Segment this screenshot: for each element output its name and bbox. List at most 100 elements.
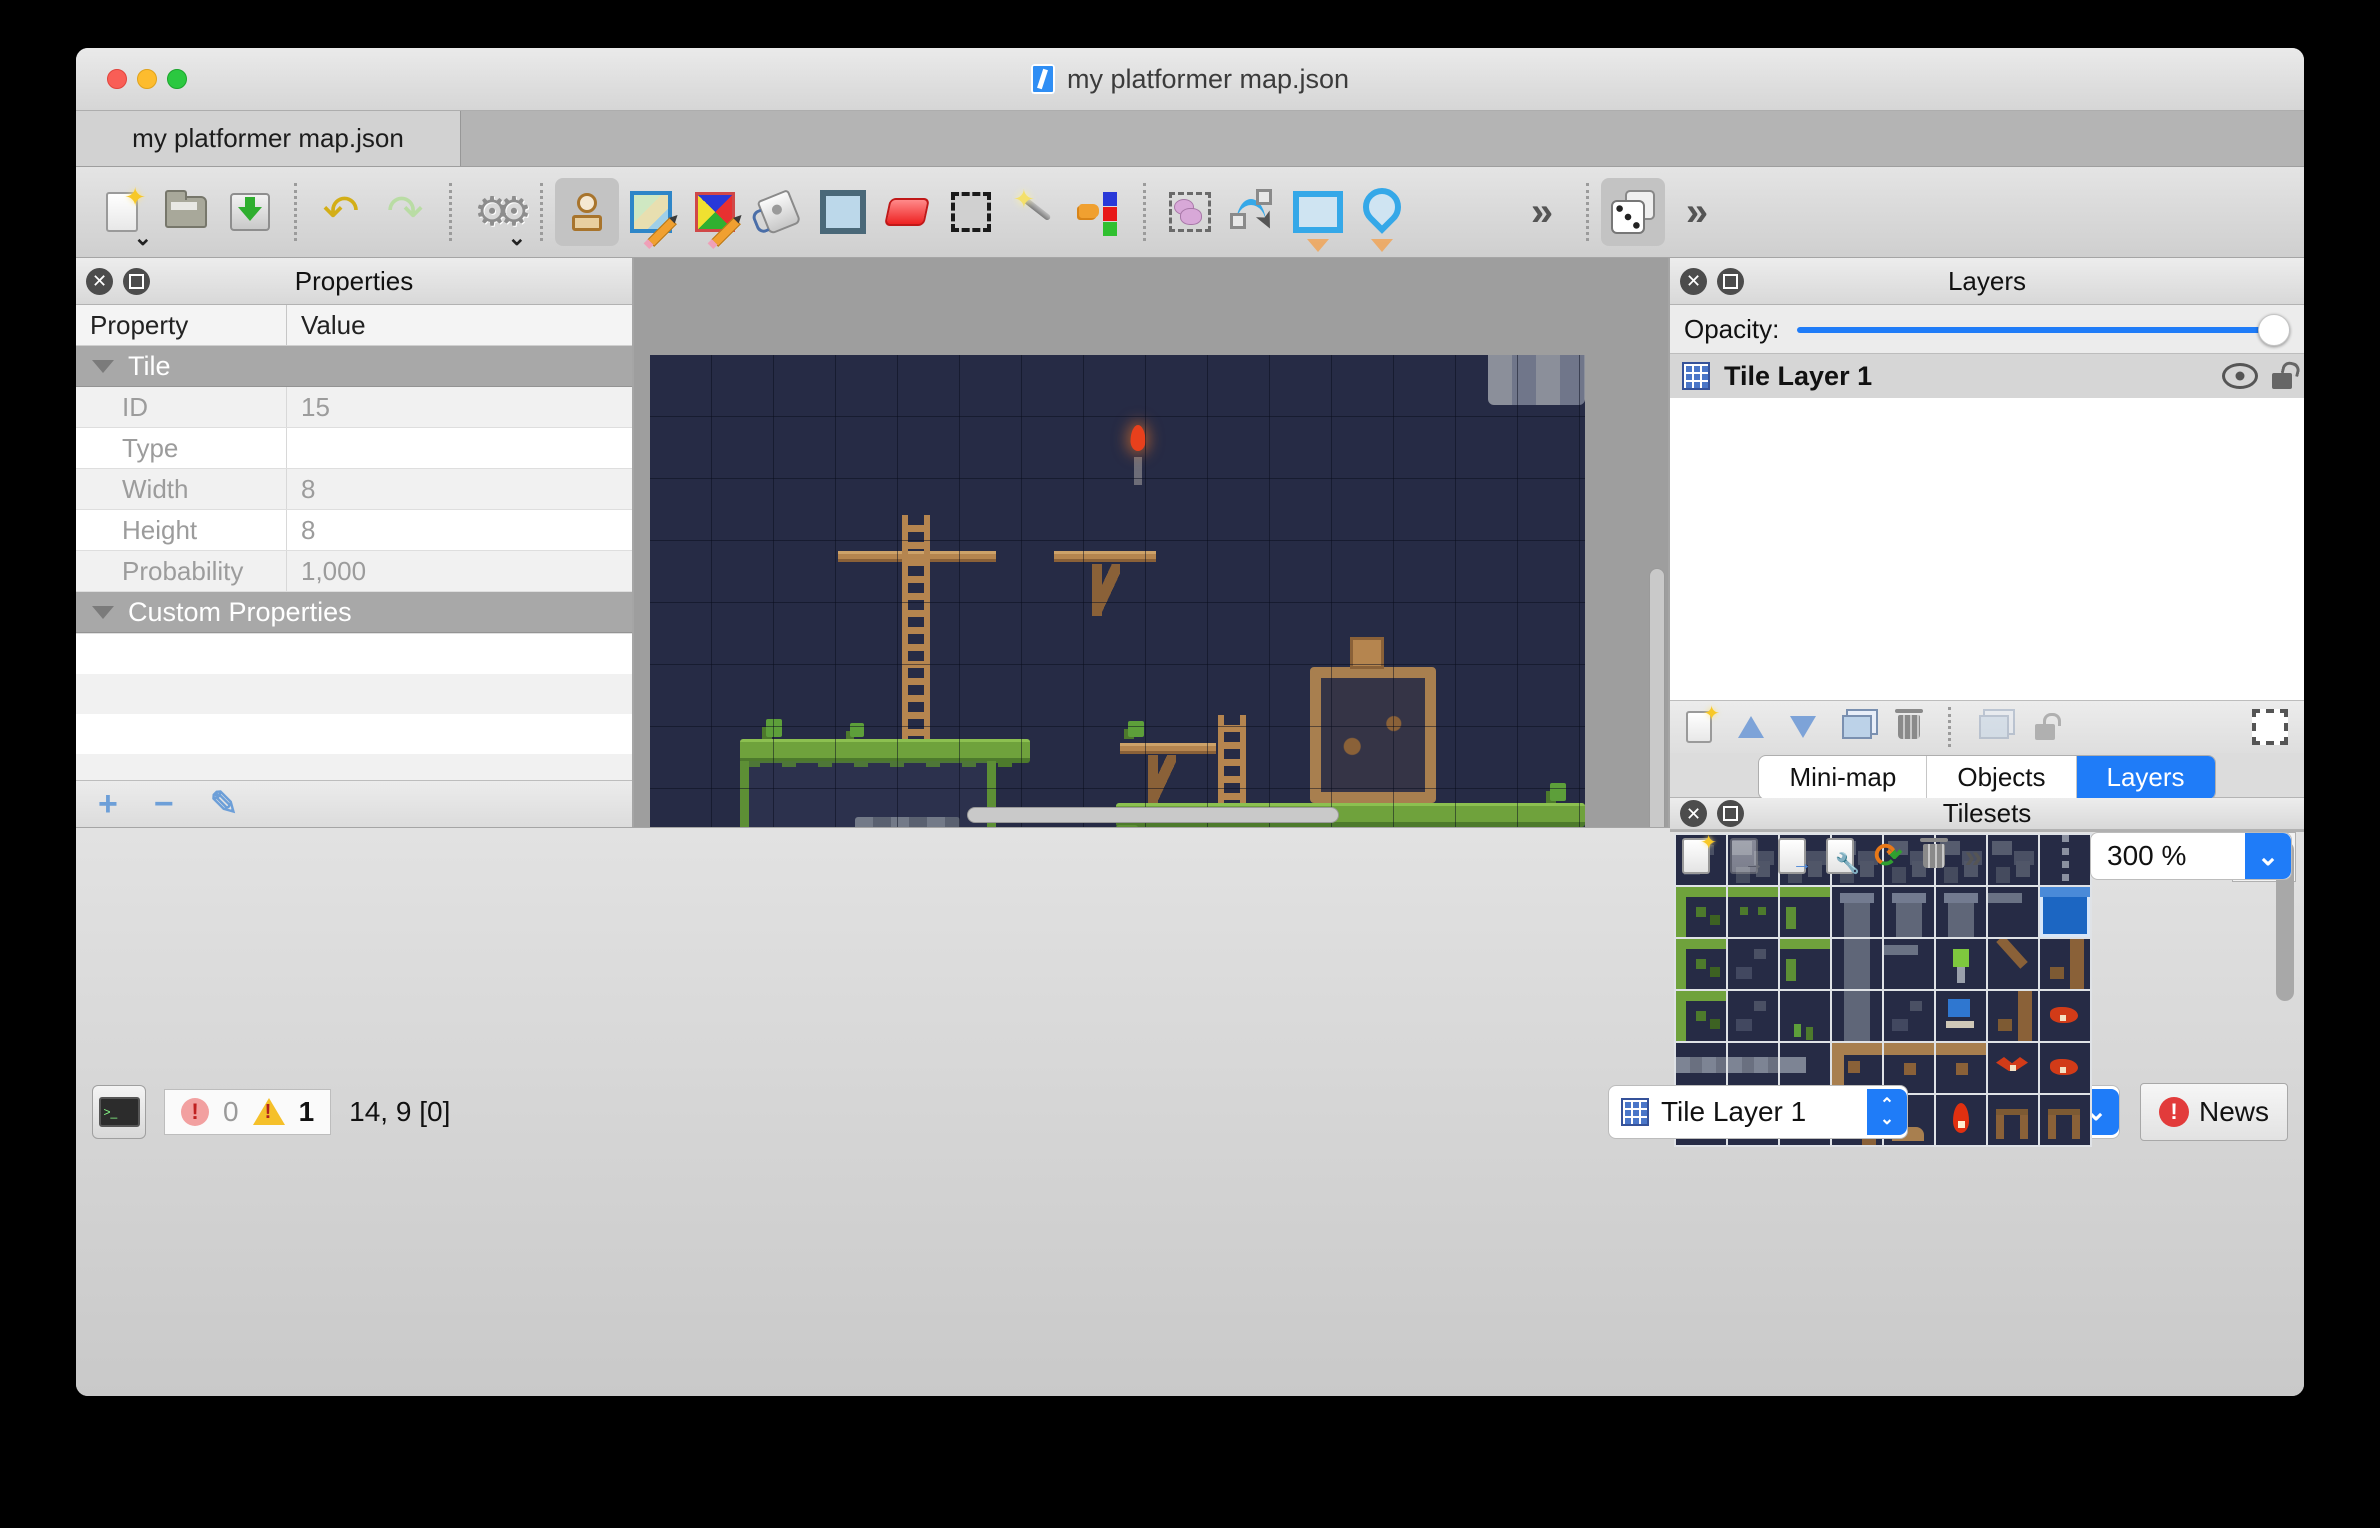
tileset-tile-pillar[interactable] <box>1832 991 1882 1041</box>
tileset-tile-pillar[interactable] <box>1832 939 1882 989</box>
remove-tileset-button[interactable] <box>1923 844 1945 868</box>
edit-property-button[interactable]: ✎ <box>210 789 239 819</box>
tileset-tile-grass-tl[interactable] <box>1676 887 1726 937</box>
rect-select-tool[interactable] <box>939 178 1003 246</box>
insert-rectangle-tool[interactable] <box>1286 178 1350 246</box>
tileset-tile-lamp[interactable] <box>1936 939 1986 989</box>
tileset-tile-grass-tr[interactable] <box>1780 887 1830 937</box>
canvas-horizontal-scrollbar[interactable] <box>967 807 1339 823</box>
layer-unlocked-icon[interactable] <box>2272 373 2292 389</box>
map-canvas[interactable] <box>634 258 1668 827</box>
remove-property-button[interactable]: − <box>154 789 174 819</box>
property-row-height[interactable]: Height 8 <box>76 510 632 551</box>
export-tileset-button[interactable]: → <box>1778 838 1806 874</box>
minimize-window-button[interactable] <box>137 69 157 89</box>
bucket-fill-tool[interactable] <box>747 178 811 246</box>
tileset-toolbar-overflow[interactable]: » <box>1965 838 1983 875</box>
insert-point-tool[interactable] <box>1350 178 1414 246</box>
tileset-tile-bat[interactable] <box>2040 1043 2090 1093</box>
tileset-tile-brace[interactable] <box>1988 939 2038 989</box>
opacity-slider-knob[interactable] <box>2258 314 2290 346</box>
tileset-tile-shelf[interactable] <box>1988 887 2038 937</box>
tileset-tile-speck[interactable] <box>1728 939 1778 989</box>
new-layer-button[interactable]: ✦ <box>1686 711 1712 743</box>
same-tile-select-tool[interactable] <box>1067 178 1131 246</box>
console-toggle-button[interactable]: >_ <box>92 1085 146 1139</box>
edit-tileset-button[interactable]: 🔧 <box>1826 838 1854 874</box>
shape-fill-tool[interactable] <box>811 178 875 246</box>
close-panel-icon[interactable]: ✕ <box>1680 268 1707 295</box>
layer-list[interactable]: Tile Layer 1 <box>1670 353 2304 701</box>
toolbar-overflow-button[interactable]: » <box>1510 178 1574 246</box>
titlebar[interactable]: my platformer map.json <box>76 48 2304 111</box>
magic-wand-tool[interactable] <box>1003 178 1067 246</box>
tab-objects[interactable]: Objects <box>1927 756 2076 799</box>
collapse-triangle-icon[interactable] <box>92 360 114 373</box>
tileset-tile-flame[interactable] <box>1936 1095 1986 1145</box>
tileset-tile-water[interactable] <box>2040 887 2090 937</box>
undo-button[interactable]: ↶ <box>309 178 373 246</box>
float-panel-icon[interactable] <box>1717 268 1744 295</box>
tileset-tile-speck[interactable] <box>1728 991 1778 1041</box>
raise-layer-button[interactable] <box>1738 716 1764 738</box>
tileset-tile-dirt-top[interactable] <box>1936 1043 1986 1093</box>
tileset-tile-pillar-t[interactable] <box>1884 887 1934 937</box>
tileset-zoom-select[interactable]: 300 % ⌄ <box>2090 832 2292 880</box>
delete-layer-button[interactable] <box>1898 715 1920 739</box>
property-row-probability[interactable]: Probability 1,000 <box>76 551 632 592</box>
tileset-tile-grass-tl[interactable] <box>1676 991 1726 1041</box>
tileset-tile-pillar-t[interactable] <box>1832 887 1882 937</box>
layer-row-selected[interactable]: Tile Layer 1 <box>1670 354 2304 398</box>
random-mode-button[interactable] <box>1601 178 1665 246</box>
add-property-button[interactable]: + <box>98 789 118 819</box>
edit-polygons-tool[interactable] <box>1222 178 1286 246</box>
terrain-brush-tool[interactable] <box>619 178 683 246</box>
close-window-button[interactable] <box>107 69 127 89</box>
toggle-other-layers-button[interactable] <box>1979 715 2009 739</box>
tileset-tile-sign[interactable] <box>1936 991 1986 1041</box>
issues-counter[interactable]: ! 0 1 <box>164 1089 331 1135</box>
highlight-current-layer-button[interactable] <box>2252 709 2288 745</box>
embed-tileset-button[interactable]: → <box>1730 838 1758 874</box>
tileset-tile-pillar-t[interactable] <box>1936 887 1986 937</box>
float-panel-icon[interactable] <box>1717 800 1744 827</box>
tileset-tile-grass-top[interactable] <box>1728 887 1778 937</box>
canvas-vertical-scrollbar[interactable] <box>1649 568 1665 827</box>
tileset-tile-sprout[interactable] <box>1780 991 1830 1041</box>
document-tab[interactable]: my platformer map.json <box>76 111 461 166</box>
layer-visibility-icon[interactable] <box>2222 363 2258 389</box>
new-tileset-button[interactable]: ✦ <box>1682 838 1710 874</box>
tileset-tile-speck[interactable] <box>1884 991 1934 1041</box>
lower-layer-button[interactable] <box>1790 716 1816 738</box>
wang-brush-tool[interactable] <box>683 178 747 246</box>
news-button[interactable]: ! News <box>2140 1083 2288 1141</box>
tileset-tile-chain[interactable] <box>2040 835 2090 885</box>
stamp-brush-tool[interactable] <box>555 178 619 246</box>
toolbar-overflow-button-2[interactable]: » <box>1665 178 1729 246</box>
tileset-tile-shelf[interactable] <box>1884 939 1934 989</box>
section-custom-properties[interactable]: Custom Properties <box>76 592 632 633</box>
select-objects-tool[interactable] <box>1158 178 1222 246</box>
tileset-tile-grass-tl[interactable] <box>1676 939 1726 989</box>
tileset-tile-stones[interactable] <box>1988 835 2038 885</box>
property-row-id[interactable]: ID 15 <box>76 387 632 428</box>
property-row-width[interactable]: Width 8 <box>76 469 632 510</box>
map-content[interactable] <box>650 355 1585 827</box>
reload-tileset-button[interactable]: ⟳ <box>1874 841 1903 871</box>
duplicate-layer-button[interactable] <box>1842 715 1872 739</box>
close-panel-icon[interactable]: ✕ <box>1680 800 1707 827</box>
lock-layers-button[interactable] <box>2035 714 2055 740</box>
tileset-tile-brown-col[interactable] <box>2040 939 2090 989</box>
float-panel-icon[interactable] <box>123 268 150 295</box>
section-tile[interactable]: Tile <box>76 346 632 387</box>
tab-layers[interactable]: Layers <box>2077 756 2215 799</box>
automap-button[interactable]: ⚙⚙⌄ <box>464 178 528 246</box>
eraser-tool[interactable] <box>875 178 939 246</box>
redo-button[interactable]: ↷ <box>373 178 437 246</box>
zoom-window-button[interactable] <box>167 69 187 89</box>
save-button[interactable] <box>218 178 282 246</box>
tileset-tile-gate[interactable] <box>2040 1095 2090 1145</box>
property-row-type[interactable]: Type <box>76 428 632 469</box>
tab-minimap[interactable]: Mini-map <box>1759 756 1927 799</box>
tileset-tile-grass-tr[interactable] <box>1780 939 1830 989</box>
